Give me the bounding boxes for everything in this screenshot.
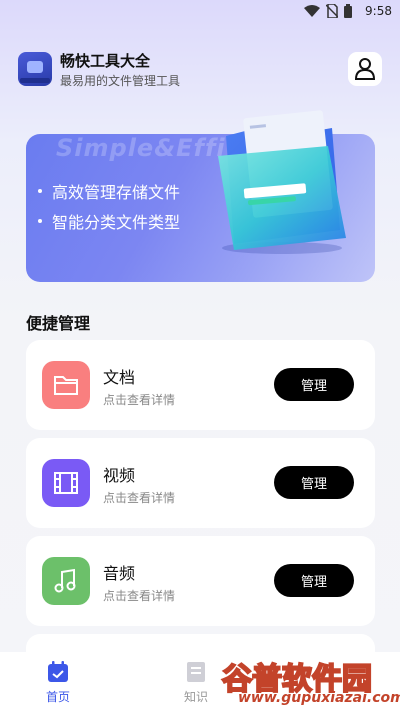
card-videos[interactable]: 视频 点击查看详情 管理: [26, 438, 375, 528]
card-name: 视频: [103, 466, 136, 485]
folder-icon: [42, 361, 90, 409]
manage-button[interactable]: 管理: [274, 564, 354, 597]
tab-home[interactable]: 首页: [46, 660, 70, 705]
status-icons: [304, 4, 352, 18]
tab-label: 首页: [46, 690, 71, 704]
card-name: 文档: [103, 368, 136, 387]
tab-label: 知识: [184, 690, 209, 704]
card-desc: 点击查看详情: [103, 589, 176, 603]
banner-features: 高效管理存储文件 智能分类文件类型: [38, 176, 180, 236]
section-title: 便捷管理: [26, 314, 91, 333]
site-watermark-url: www.gupuxiazai.com: [238, 690, 400, 706]
banner-feature: 智能分类文件类型: [38, 206, 180, 236]
music-note-icon: [42, 557, 90, 605]
card-desc: 点击查看详情: [103, 491, 176, 505]
card-audio[interactable]: 音频 点击查看详情 管理: [26, 536, 375, 626]
manage-button[interactable]: 管理: [274, 466, 354, 499]
card-name: 音频: [103, 564, 136, 583]
tab-knowledge[interactable]: 知识: [184, 660, 208, 705]
film-icon: [42, 459, 90, 507]
profile-button[interactable]: [348, 52, 382, 86]
battery-icon: [344, 4, 352, 18]
card-desc: 点击查看详情: [103, 393, 176, 407]
status-time: 9:58: [365, 4, 392, 18]
banner-feature: 高效管理存储文件: [38, 176, 180, 206]
status-bar: 9:58: [0, 0, 400, 24]
manage-button[interactable]: 管理: [274, 368, 354, 401]
feature-banner: Simple&Effi 高效管理存储文件 智能分类文件类型: [26, 110, 375, 282]
wifi-icon: [304, 5, 320, 17]
card-documents[interactable]: 文档 点击查看详情 管理: [26, 340, 375, 430]
sim-off-icon: [326, 4, 338, 18]
document-icon: [187, 662, 205, 682]
site-watermark: 谷普软件园 www.gupuxiazai.com: [221, 650, 400, 710]
app-header: 畅快工具大全 最易用的文件管理工具: [18, 48, 382, 92]
app-subtitle: 最易用的文件管理工具: [60, 74, 181, 88]
app-title: 畅快工具大全: [60, 52, 151, 70]
folder-icon: [218, 110, 346, 254]
calendar-icon: [48, 661, 68, 682]
briefcase-app-icon: [18, 52, 52, 86]
user-icon: [355, 58, 375, 80]
